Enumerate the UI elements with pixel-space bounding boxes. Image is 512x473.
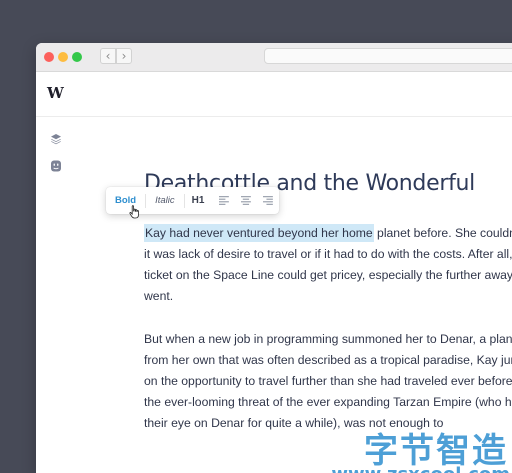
paragraph-line: from her own that was often described as… xyxy=(144,353,512,367)
paragraph-2[interactable]: But when a new job in programming summon… xyxy=(144,329,512,434)
layers-icon[interactable] xyxy=(50,133,62,145)
text-run: planet before. She couldn’t t xyxy=(377,226,512,240)
chevron-right-icon: › xyxy=(121,49,127,63)
face-icon[interactable] xyxy=(50,160,62,172)
watermark-url: www.zsxcool.com xyxy=(331,464,510,473)
app-header: W xyxy=(36,72,512,117)
chevron-left-icon: ‹ xyxy=(105,49,111,63)
close-window-button[interactable] xyxy=(44,52,54,62)
minimize-window-button[interactable] xyxy=(58,52,68,62)
forward-button[interactable]: › xyxy=(116,48,132,64)
paragraph-line: Kay had never ventured beyond her home p… xyxy=(144,223,512,244)
align-center-icon[interactable] xyxy=(241,196,252,205)
selected-text[interactable]: Kay had never ventured beyond her home xyxy=(144,224,374,242)
window-titlebar: ‹ › xyxy=(36,43,512,72)
back-button[interactable]: ‹ xyxy=(100,48,116,64)
paragraph-line: the ever-looming threat of the ever expa… xyxy=(144,395,512,409)
hand-pointer-icon xyxy=(129,205,139,219)
paragraph-line: went. xyxy=(144,289,174,303)
heading-button[interactable]: H1 xyxy=(185,187,214,214)
browser-window: ‹ › W Deathcottle and the Wonderful Kay … xyxy=(36,43,512,473)
paragraph-line: But when a new job in programming summon… xyxy=(144,332,512,346)
paragraph-1[interactable]: Kay had never ventured beyond her home p… xyxy=(144,223,512,307)
align-left-icon[interactable] xyxy=(219,196,230,205)
address-bar[interactable] xyxy=(264,48,512,64)
paragraph-line: their eye on Denar for quite a while), w… xyxy=(144,416,444,430)
align-right-icon[interactable] xyxy=(263,196,273,205)
maximize-window-button[interactable] xyxy=(72,52,82,62)
italic-button[interactable]: Italic xyxy=(146,187,184,214)
app-logo[interactable]: W xyxy=(47,84,64,102)
paragraph-line: ticket on the Space Line could get price… xyxy=(144,268,512,282)
paragraph-line: it was lack of desire to travel or if it… xyxy=(144,247,512,261)
paragraph-line: on the opportunity to travel further tha… xyxy=(144,374,512,388)
